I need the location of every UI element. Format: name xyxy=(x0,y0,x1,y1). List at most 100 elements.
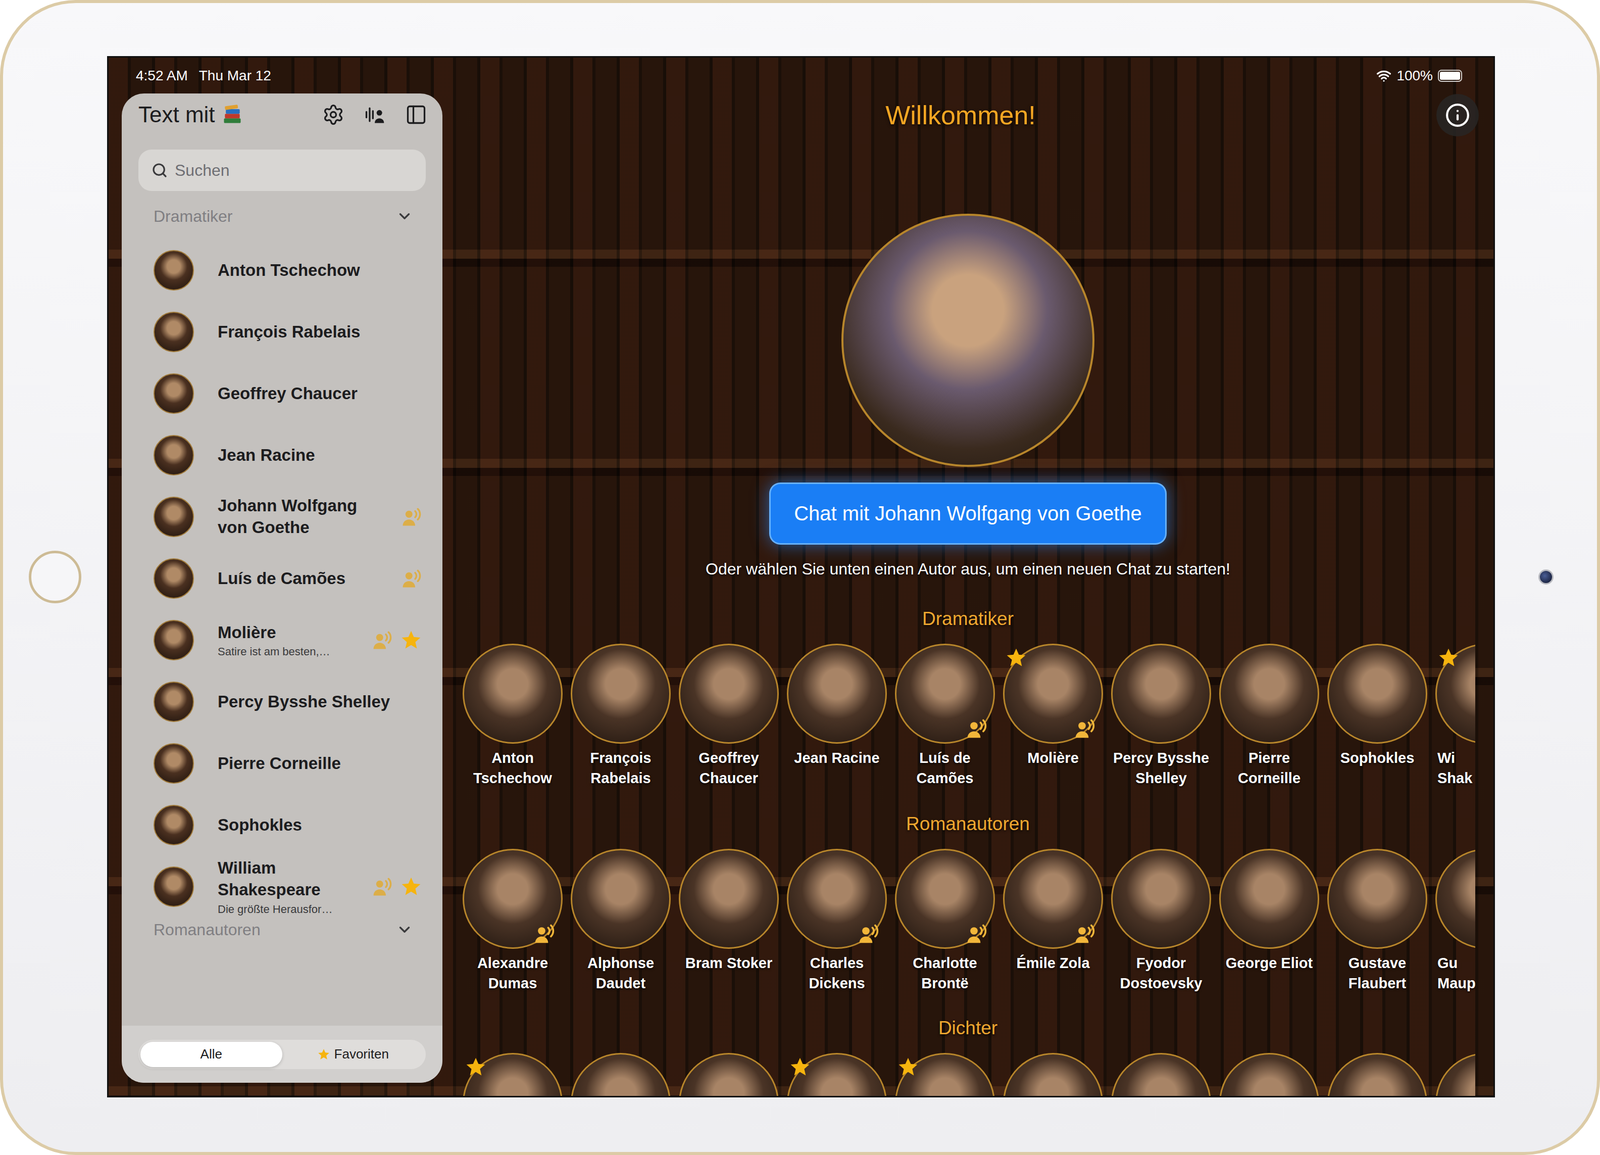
sidebar-item[interactable]: Luís de Camões xyxy=(121,547,443,610)
voice-chat-icon[interactable] xyxy=(363,103,386,126)
author-avatar xyxy=(153,681,194,722)
author-portrait xyxy=(1327,1052,1428,1096)
author-item[interactable]: Charlotte Brontë xyxy=(890,848,999,993)
author-item[interactable] xyxy=(1323,1052,1432,1096)
sidebar-toggle-icon[interactable] xyxy=(405,103,428,126)
sidebar-item[interactable]: Johann Wolfgang von Goethe xyxy=(121,485,443,548)
author-item[interactable]: Geoffrey Chaucer xyxy=(674,643,783,788)
info-button[interactable] xyxy=(1436,93,1479,137)
author-portrait xyxy=(1327,643,1428,744)
chevron-icon[interactable] xyxy=(395,207,414,225)
author-name: Jean Racine xyxy=(782,747,891,788)
author-item[interactable]: Alphonse Daudet xyxy=(566,848,675,993)
author-name: Charles Dickens xyxy=(782,952,891,993)
sidebar-item[interactable]: Jean Racine xyxy=(121,424,443,486)
device-frame: 4:52 AMThu Mar 12100%Text mitSuchenDrama… xyxy=(0,0,1600,1155)
favorite-badge xyxy=(896,1055,920,1078)
author-name: Johann Wolfgang von Goethe xyxy=(217,494,378,539)
author-item[interactable] xyxy=(566,1052,675,1096)
author-item[interactable] xyxy=(782,1052,891,1096)
author-item[interactable]: George Eliot xyxy=(1215,848,1324,993)
sidebar-item[interactable]: Percy Bysshe Shelley xyxy=(121,670,443,733)
author-item[interactable]: Wi Shak xyxy=(1431,643,1476,788)
author-name: Jean Racine xyxy=(217,444,399,467)
sidebar-item[interactable]: François Rabelais xyxy=(121,301,443,363)
author-row[interactable]: Anton TschechowFrançois RabelaisGeoffrey… xyxy=(458,643,1476,788)
chevron-icon[interactable] xyxy=(395,920,414,938)
author-item[interactable]: Luís de Camões xyxy=(890,643,999,788)
filter-segment[interactable]: Alle xyxy=(140,1041,283,1067)
last-message: Satire ist am besten,… xyxy=(217,644,348,659)
author-item[interactable] xyxy=(1107,1052,1216,1096)
filter-control: AlleFavoriten xyxy=(138,1039,426,1069)
last-message: Die größte Herausfor… xyxy=(217,902,348,916)
sidebar-item[interactable]: Sophokles xyxy=(121,793,443,856)
title-bar: Willkommen! xyxy=(442,93,1494,137)
category-title: Dramatiker xyxy=(922,606,1014,631)
featured-portrait xyxy=(841,213,1095,467)
sidebar-item[interactable]: William ShakespeareDie größte Herausfor… xyxy=(121,855,443,918)
books-icon xyxy=(221,103,244,126)
author-item[interactable] xyxy=(1431,1052,1476,1096)
author-item[interactable]: Jean Racine xyxy=(782,643,891,788)
author-item[interactable]: Percy Bysshe Shelley xyxy=(1107,643,1216,788)
author-item[interactable]: Émile Zola xyxy=(998,848,1108,993)
author-item[interactable] xyxy=(998,1052,1108,1096)
author-item[interactable]: Anton Tschechow xyxy=(458,643,567,788)
author-item[interactable]: Gu Maup xyxy=(1431,848,1476,993)
author-name: François Rabelais xyxy=(566,747,675,788)
sidebar-item[interactable]: Pierre Corneille xyxy=(121,732,443,794)
author-portrait xyxy=(1435,1052,1476,1096)
sidebar-item[interactable]: MolièreSatire ist am besten,… xyxy=(121,609,443,671)
author-item[interactable]: Gustave Flaubert xyxy=(1323,848,1432,993)
author-item[interactable] xyxy=(890,1052,999,1096)
author-avatar xyxy=(153,619,194,661)
voice-badge xyxy=(533,922,556,945)
gear-icon[interactable] xyxy=(322,103,345,126)
page-title: Willkommen! xyxy=(885,100,1036,131)
author-row[interactable]: Alexandre DumasAlphonse DaudetBram Stoke… xyxy=(458,848,1476,993)
category-title: Romanautoren xyxy=(906,811,1030,836)
author-item[interactable]: Alexandre Dumas xyxy=(458,848,567,993)
author-portrait xyxy=(1003,1052,1104,1096)
voice-badge xyxy=(857,922,880,945)
search-field[interactable]: Suchen xyxy=(138,149,426,191)
voice-icon xyxy=(1073,717,1096,740)
author-item[interactable]: Sophokles xyxy=(1323,643,1432,788)
author-item[interactable] xyxy=(1215,1052,1324,1096)
author-item[interactable]: Pierre Corneille xyxy=(1215,643,1324,788)
author-item[interactable] xyxy=(458,1052,567,1096)
chat-button[interactable]: Chat mit Johann Wolfgang von Goethe xyxy=(769,482,1167,545)
sidebar-item[interactable]: Geoffrey Chaucer xyxy=(121,362,443,425)
author-name: Percy Bysshe Shelley xyxy=(217,690,399,713)
sidebar-section: Dramatiker Anton TschechowFrançois Rabela… xyxy=(121,204,443,918)
author-portrait xyxy=(1435,848,1476,949)
filter-segment[interactable]: Favoriten xyxy=(282,1041,425,1067)
author-portrait xyxy=(894,1052,995,1096)
author-avatar xyxy=(153,434,194,476)
section-header[interactable]: Dramatiker xyxy=(121,204,443,229)
wifi-icon xyxy=(1376,68,1392,84)
author-portrait xyxy=(570,848,671,949)
author-item[interactable]: Charles Dickens xyxy=(782,848,891,993)
author-item[interactable]: François Rabelais xyxy=(566,643,675,788)
author-name: Pierre Corneille xyxy=(1215,747,1324,788)
star-icon xyxy=(400,875,423,898)
author-name: Geoffrey Chaucer xyxy=(674,747,783,788)
home-button[interactable] xyxy=(28,550,82,604)
sidebar-item[interactable]: Anton Tschechow xyxy=(121,239,443,302)
section-header[interactable]: Romanautoren xyxy=(121,917,443,942)
author-item[interactable]: Bram Stoker xyxy=(674,848,783,993)
voice-badge xyxy=(1073,717,1096,740)
author-name: William Shakespeare xyxy=(217,857,348,901)
status-date: Thu Mar 12 xyxy=(198,67,272,84)
author-portrait xyxy=(570,1052,671,1096)
author-item[interactable] xyxy=(674,1052,783,1096)
author-item[interactable]: Molière xyxy=(998,643,1108,788)
battery-text: 100% xyxy=(1396,67,1433,84)
author-row[interactable] xyxy=(458,1052,1476,1096)
author-item[interactable]: Fyodor Dostoevsky xyxy=(1107,848,1216,993)
author-name: Charlotte Brontë xyxy=(890,952,999,993)
author-avatar xyxy=(153,496,194,537)
author-avatar xyxy=(153,804,194,845)
